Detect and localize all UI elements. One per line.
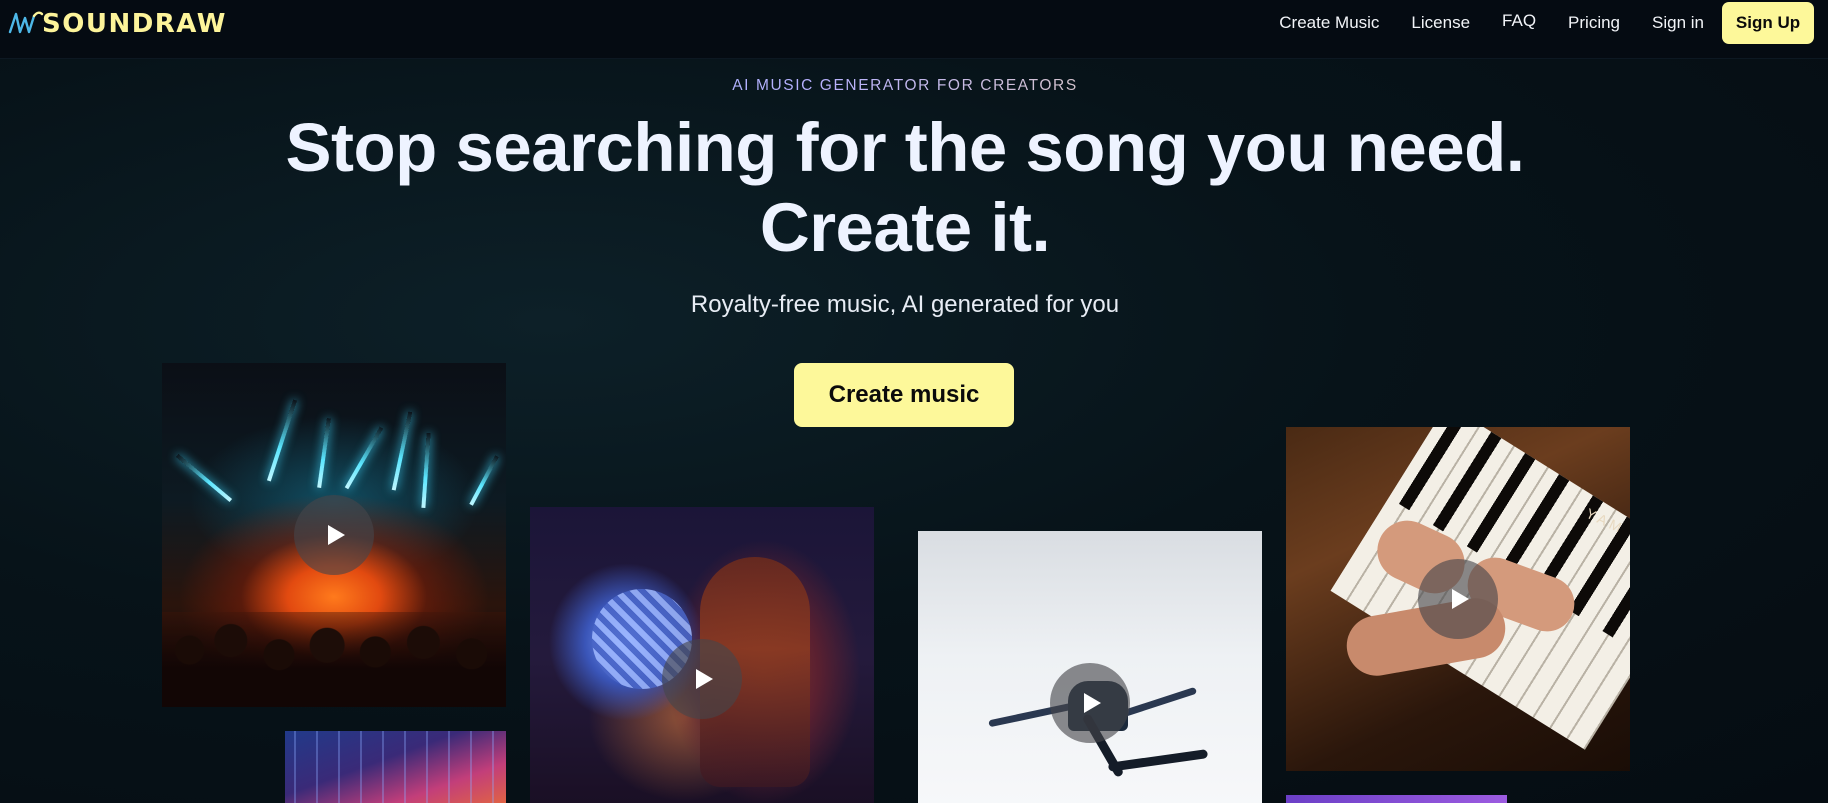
nav-link-license[interactable]: License — [1411, 13, 1470, 33]
nav-link-create-music[interactable]: Create Music — [1279, 13, 1379, 33]
create-music-button[interactable]: Create music — [794, 363, 1014, 427]
hero-subheadline: Royalty-free music, AI generated for you — [690, 291, 1120, 318]
laser-beam — [266, 399, 298, 482]
logo[interactable]: SOUNDRAW — [8, 8, 227, 40]
dancer-leg — [1107, 749, 1209, 772]
tile-disco-ball-woman[interactable] — [530, 507, 874, 803]
tile-concert-lasers[interactable] — [162, 363, 506, 707]
laser-beam — [391, 411, 413, 491]
hero-headline: Stop searching for the song you need. Cr… — [0, 108, 1810, 268]
laser-beam — [317, 418, 331, 488]
play-icon — [1452, 589, 1469, 609]
nav-link-sign-in[interactable]: Sign in — [1652, 13, 1704, 33]
nav-link-pricing[interactable]: Pricing — [1568, 13, 1620, 33]
hero-headline-line1: Stop searching for the song you need. — [285, 109, 1525, 186]
crowd-silhouette — [162, 612, 506, 707]
hero-headline-line2: Create it. — [759, 189, 1051, 266]
dancer-arm — [1118, 686, 1198, 719]
play-button[interactable] — [294, 495, 374, 575]
play-icon — [1084, 693, 1101, 713]
hero-eyebrow: AI MUSIC GENERATOR FOR CREATORS — [0, 77, 1810, 95]
play-button[interactable] — [1050, 663, 1130, 743]
play-button[interactable] — [1418, 559, 1498, 639]
tile-city-night[interactable] — [285, 731, 506, 803]
landing-page: SOUNDRAW Create Music License FAQ Pricin… — [0, 0, 1828, 803]
laser-beam — [175, 453, 233, 503]
laser-beam — [421, 432, 431, 509]
play-button[interactable] — [662, 639, 742, 719]
tile-dancer-white-room[interactable] — [918, 531, 1262, 803]
laser-beam — [344, 426, 384, 490]
nav-links: Create Music License FAQ Pricing Sign in… — [1279, 0, 1814, 46]
play-icon — [696, 669, 713, 689]
logo-text: SOUNDRAW — [42, 9, 227, 39]
nav-link-faq[interactable]: FAQ — [1502, 11, 1536, 31]
logo-wave-icon — [8, 11, 44, 34]
tile-purple-partial[interactable] — [1286, 795, 1507, 803]
laser-beam — [469, 455, 499, 506]
play-icon — [328, 525, 345, 545]
sign-up-button[interactable]: Sign Up — [1722, 2, 1814, 44]
top-nav: SOUNDRAW Create Music License FAQ Pricin… — [0, 0, 1828, 59]
tile-piano-hands[interactable]: YAM — [1286, 427, 1630, 771]
